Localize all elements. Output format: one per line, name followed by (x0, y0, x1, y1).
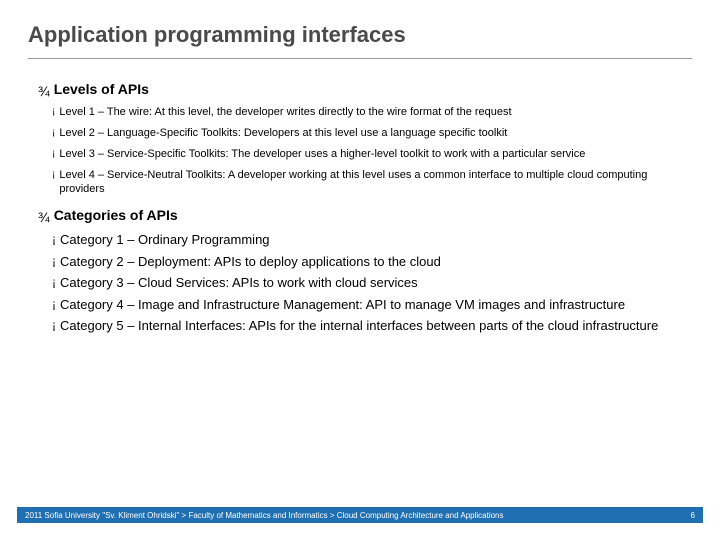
item-text: Category 3 – Cloud Services: APIs to wor… (60, 274, 692, 292)
list-item: ¡ Category 3 – Cloud Services: APIs to w… (28, 274, 692, 292)
page-title: Application programming interfaces (28, 22, 692, 48)
heading-label: Categories of APIs (54, 207, 178, 223)
item-text: Category 5 – Internal Interfaces: APIs f… (60, 317, 692, 335)
categories-list: ¡ Category 1 – Ordinary Programming ¡ Ca… (28, 231, 692, 335)
list-item: ¡ Category 5 – Internal Interfaces: APIs… (28, 317, 692, 335)
item-bullet-icon: ¡ (52, 231, 56, 247)
list-item: ¡ Level 4 – Service-Neutral Toolkits: A … (28, 168, 692, 198)
item-bullet-icon: ¡ (52, 168, 55, 182)
list-item: ¡ Category 1 – Ordinary Programming (28, 231, 692, 249)
heading-label: Levels of APIs (54, 81, 149, 97)
item-bullet-icon: ¡ (52, 274, 56, 290)
list-item: ¡ Level 2 – Language-Specific Toolkits: … (28, 126, 692, 141)
page-number: 6 (691, 511, 695, 520)
item-text: Level 4 – Service-Neutral Toolkits: A de… (59, 168, 692, 198)
item-text: Category 1 – Ordinary Programming (60, 231, 692, 249)
section-heading: ¾ Levels of APIs (28, 81, 692, 101)
heading-bullet-icon: ¾ (38, 81, 50, 101)
heading-bullet-icon: ¾ (38, 207, 50, 227)
section-heading: ¾ Categories of APIs (28, 207, 692, 227)
item-bullet-icon: ¡ (52, 105, 55, 119)
list-item: ¡ Level 3 – Service-Specific Toolkits: T… (28, 147, 692, 162)
item-text: Category 4 – Image and Infrastructure Ma… (60, 296, 692, 314)
list-item: ¡ Level 1 – The wire: At this level, the… (28, 105, 692, 120)
levels-list: ¡ Level 1 – The wire: At this level, the… (28, 105, 692, 197)
item-bullet-icon: ¡ (52, 253, 56, 269)
item-bullet-icon: ¡ (52, 147, 55, 161)
item-text: Level 1 – The wire: At this level, the d… (59, 105, 692, 120)
section-levels: ¾ Levels of APIs ¡ Level 1 – The wire: A… (28, 81, 692, 203)
title-rule (28, 58, 692, 59)
footer-bar: 2011 Sofia University "Sv. Kliment Ohrid… (17, 507, 703, 523)
item-bullet-icon: ¡ (52, 296, 56, 312)
item-bullet-icon: ¡ (52, 126, 55, 140)
item-text: Category 2 – Deployment: APIs to deploy … (60, 253, 692, 271)
list-item: ¡ Category 2 – Deployment: APIs to deplo… (28, 253, 692, 271)
item-text: Level 2 – Language-Specific Toolkits: De… (59, 126, 692, 141)
slide: Application programming interfaces ¾ Lev… (0, 0, 720, 540)
footer-breadcrumb: 2011 Sofia University "Sv. Kliment Ohrid… (25, 511, 504, 520)
item-bullet-icon: ¡ (52, 317, 56, 333)
section-categories: ¾ Categories of APIs ¡ Category 1 – Ordi… (28, 207, 692, 339)
list-item: ¡ Category 4 – Image and Infrastructure … (28, 296, 692, 314)
item-text: Level 3 – Service-Specific Toolkits: The… (59, 147, 692, 162)
